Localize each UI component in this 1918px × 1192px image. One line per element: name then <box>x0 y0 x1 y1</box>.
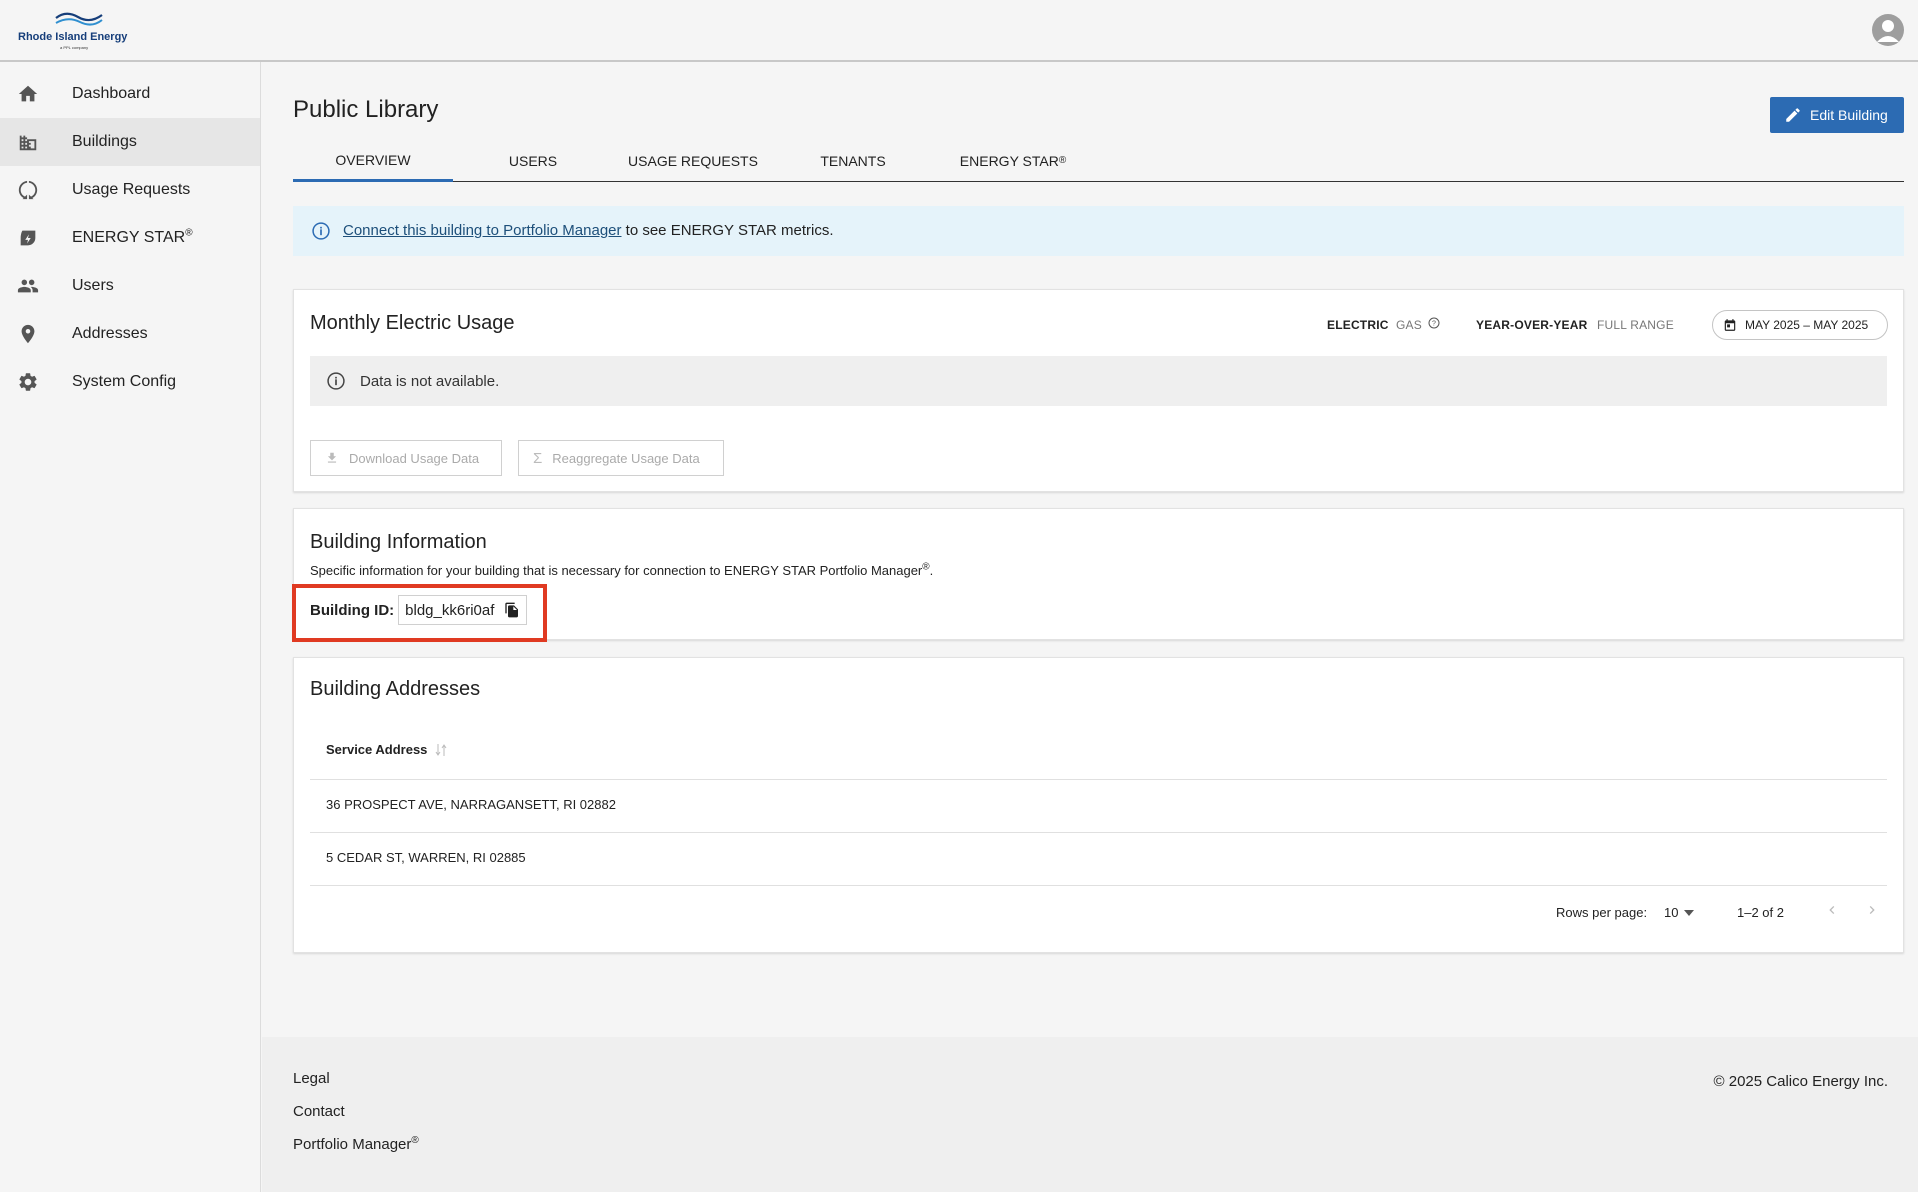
footer: Legal Contact Portfolio Manager® © 2025 … <box>262 1037 1918 1192</box>
cycle-icon <box>16 178 40 202</box>
avatar[interactable] <box>1872 14 1904 46</box>
service-address-header[interactable]: Service Address <box>326 742 447 757</box>
row-divider <box>310 885 1887 886</box>
sidebar-item-label: Users <box>72 277 114 294</box>
brand-subtitle: a PPL company <box>60 45 89 50</box>
svg-text:?: ? <box>1432 321 1436 328</box>
gas-toggle[interactable]: GAS <box>1396 318 1422 332</box>
location-pin-icon <box>16 322 40 346</box>
building-addresses-card: Building Addresses Service Address 36 PR… <box>293 657 1904 953</box>
gear-icon <box>16 370 40 394</box>
tab-tenants[interactable]: TENANTS <box>773 140 933 182</box>
portfolio-manager-banner: Connect this building to Portfolio Manag… <box>293 206 1904 256</box>
banner-text: Connect this building to Portfolio Manag… <box>343 222 834 239</box>
leaf-icon <box>16 226 40 250</box>
building-info-description: Specific information for your building t… <box>310 561 934 578</box>
year-over-year-toggle[interactable]: YEAR-OVER-YEAR <box>1476 318 1587 332</box>
tab-overview[interactable]: OVERVIEW <box>293 140 453 182</box>
next-page-icon[interactable] <box>1864 902 1880 921</box>
sidebar-item-label: System Config <box>72 373 177 390</box>
sidebar-item-usage-requests[interactable]: Usage Requests <box>0 166 260 214</box>
addresses-title: Building Addresses <box>310 678 481 700</box>
sidebar-item-system-config[interactable]: System Config <box>0 358 260 406</box>
legal-link[interactable]: Legal <box>293 1070 330 1087</box>
reaggregate-usage-data-button[interactable]: Σ Reaggregate Usage Data <box>518 440 724 476</box>
no-data-text: Data is not available. <box>360 372 500 390</box>
download-icon <box>327 452 337 463</box>
top-bar: Rhode Island Energy a PPL company <box>0 0 1918 62</box>
brand-logo[interactable]: Rhode Island Energy a PPL company <box>18 10 138 52</box>
building-info-title: Building Information <box>310 531 487 553</box>
help-icon[interactable]: ? <box>1428 316 1440 334</box>
row-divider <box>310 779 1887 780</box>
building-icon <box>16 130 40 154</box>
sidebar-item-addresses[interactable]: Addresses <box>0 310 260 358</box>
pagination-range: 1–2 of 2 <box>1737 905 1784 920</box>
home-icon <box>16 82 40 106</box>
download-usage-data-button[interactable]: Download Usage Data <box>310 440 502 476</box>
waves-icon <box>55 12 103 26</box>
tab-users[interactable]: USERS <box>453 140 613 182</box>
sidebar-item-label: ENERGY STAR® <box>72 227 193 246</box>
building-id-highlight <box>292 584 547 642</box>
pencil-icon <box>1786 108 1800 122</box>
electric-toggle[interactable]: ELECTRIC <box>1327 318 1389 332</box>
sidebar: Dashboard Buildings Usage Requests ENERG… <box>0 62 261 1192</box>
sidebar-item-users[interactable]: Users <box>0 262 260 310</box>
table-row: 5 CEDAR ST, WARREN, RI 02885 <box>326 850 526 865</box>
usage-card-title: Monthly Electric Usage <box>310 312 515 334</box>
user-icon <box>1877 20 1899 42</box>
date-range-picker[interactable]: MAY 2025 – MAY 2025 <box>1712 310 1888 340</box>
row-divider <box>310 832 1887 833</box>
caret-down-icon <box>1684 909 1695 916</box>
sidebar-item-label: Dashboard <box>72 85 151 102</box>
tab-usage-requests[interactable]: USAGE REQUESTS <box>613 140 773 182</box>
info-icon <box>311 221 331 245</box>
sigma-icon: Σ <box>533 449 543 467</box>
monthly-usage-card: Monthly Electric Usage ELECTRIC GAS ? YE… <box>293 289 1904 492</box>
brand-name: Rhode Island Energy <box>18 31 128 43</box>
people-icon <box>16 274 40 298</box>
sidebar-item-buildings[interactable]: Buildings <box>0 118 260 166</box>
info-icon <box>326 371 346 395</box>
no-data-notice: Data is not available. <box>310 356 1887 406</box>
tab-energy-star[interactable]: ENERGY STAR ® <box>933 140 1093 182</box>
portfolio-manager-link[interactable]: Portfolio Manager® <box>293 1136 419 1154</box>
sidebar-item-label: Usage Requests <box>72 181 191 198</box>
date-range-label: MAY 2025 – MAY 2025 <box>1745 318 1869 332</box>
connect-portfolio-manager-link[interactable]: Connect this building to Portfolio Manag… <box>343 222 622 239</box>
tab-bar: OVERVIEW USERS USAGE REQUESTS TENANTS EN… <box>293 140 1904 182</box>
calendar-icon <box>1724 319 1736 331</box>
contact-link[interactable]: Contact <box>293 1103 345 1120</box>
copyright: © 2025 Calico Energy Inc. <box>1713 1073 1888 1090</box>
page-title: Public Library <box>293 96 439 123</box>
edit-building-label: Edit Building <box>1810 107 1888 123</box>
rows-per-page-select[interactable]: 10 <box>1664 905 1695 920</box>
full-range-toggle[interactable]: FULL RANGE <box>1597 318 1674 332</box>
sidebar-item-dashboard[interactable]: Dashboard <box>0 70 260 118</box>
sort-icon <box>436 743 447 756</box>
prev-page-icon[interactable] <box>1824 902 1840 921</box>
sidebar-item-energy-star[interactable]: ENERGY STAR® <box>0 214 260 262</box>
edit-building-button[interactable]: Edit Building <box>1770 97 1904 133</box>
sidebar-item-label: Addresses <box>72 325 148 342</box>
rows-per-page-label: Rows per page: <box>1556 905 1648 920</box>
table-row: 36 PROSPECT AVE, NARRAGANSETT, RI 02882 <box>326 797 616 812</box>
sidebar-item-label: Buildings <box>72 133 137 150</box>
